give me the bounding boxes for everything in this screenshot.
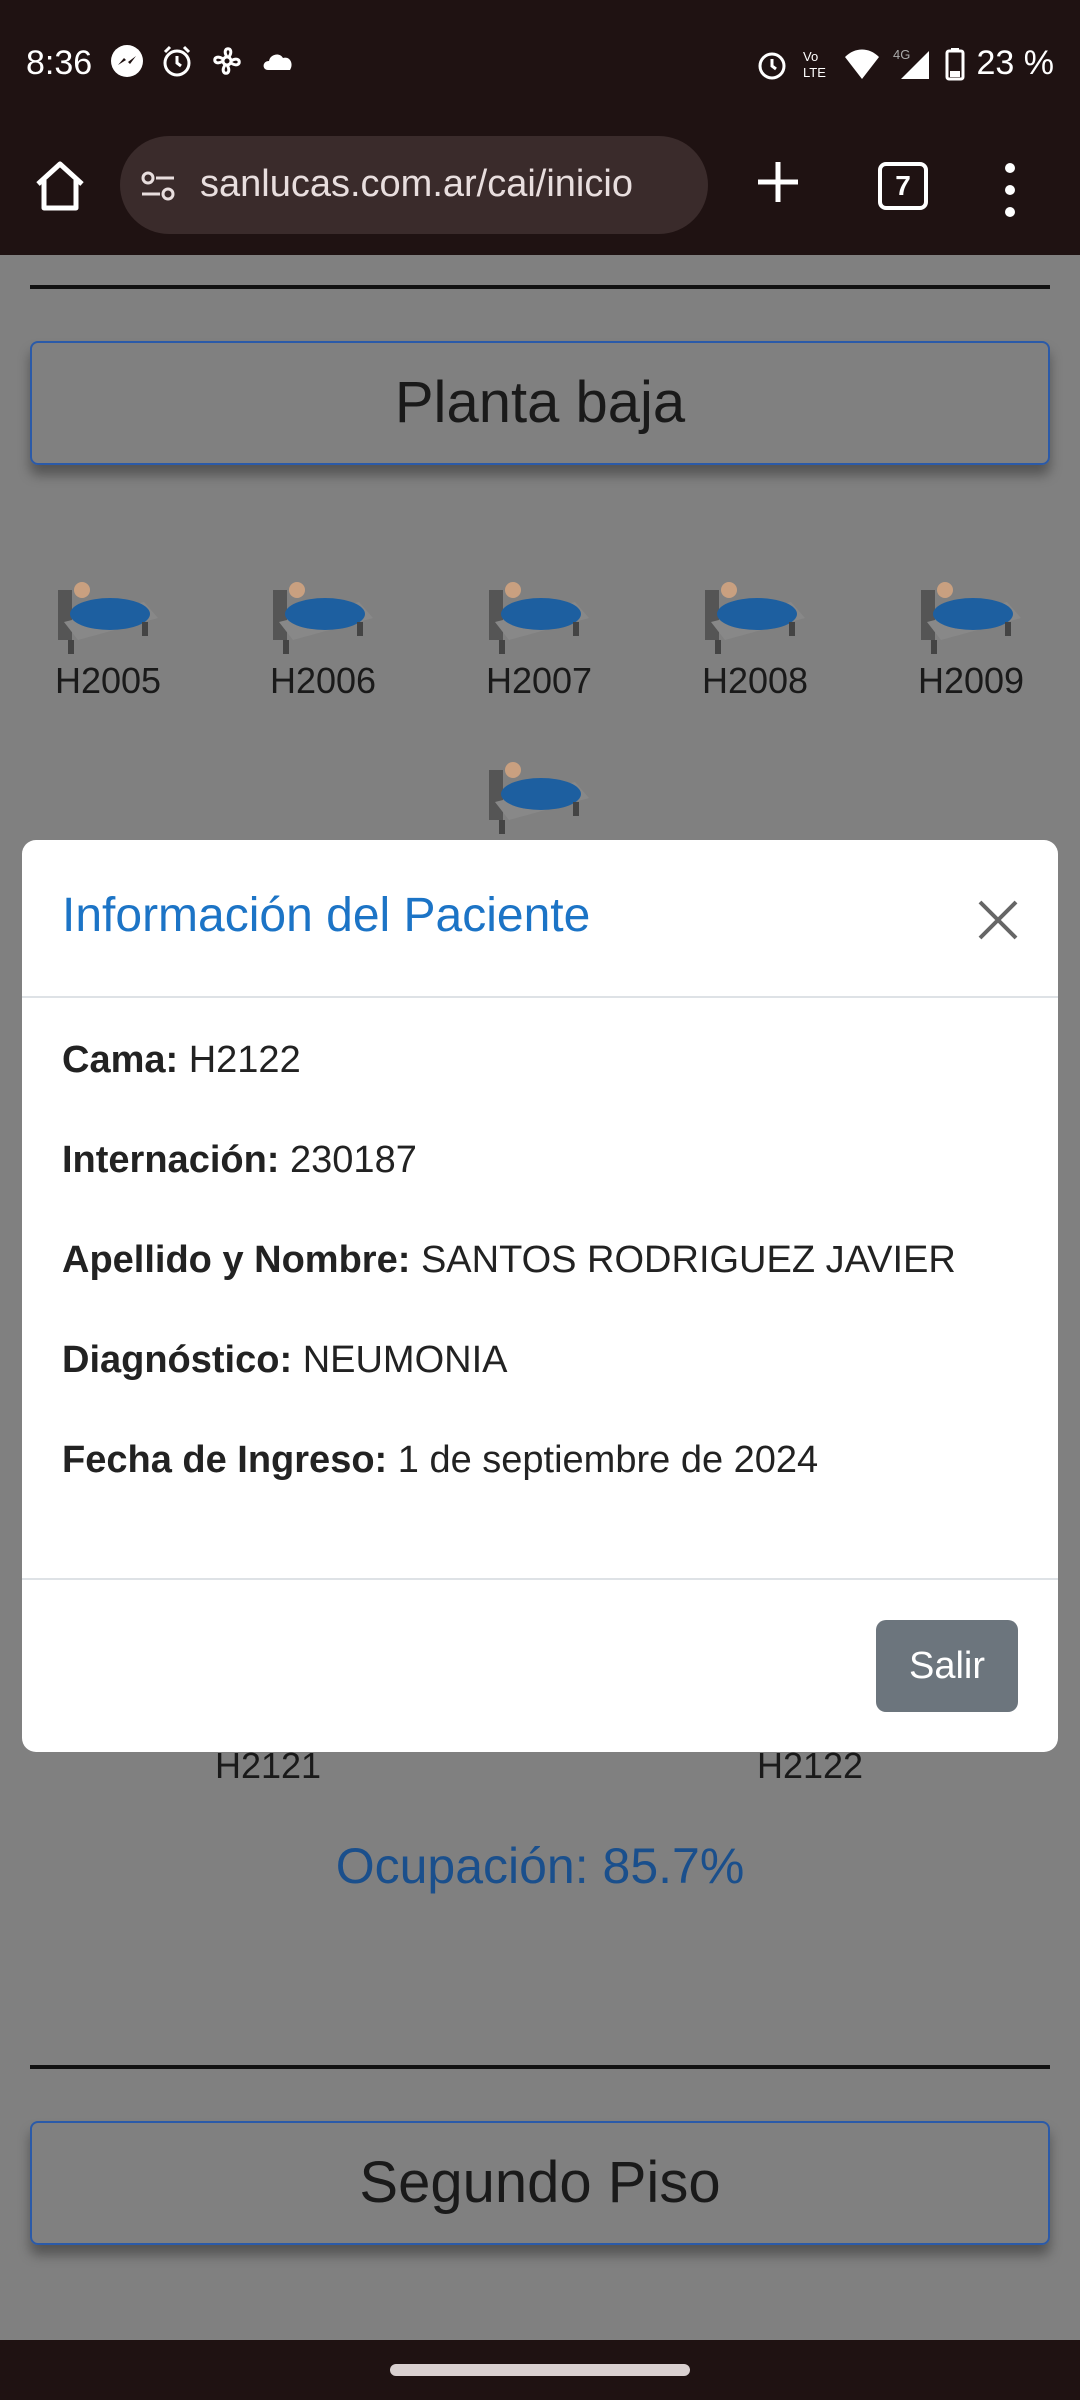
site-settings-icon[interactable] (138, 166, 178, 206)
field-label: Internación: (62, 1139, 280, 1181)
field-apellido-nombre: Apellido y Nombre: SANTOS RODRIGUEZ JAVI… (62, 1236, 1022, 1284)
alarm-icon (758, 52, 785, 79)
status-bar: 8:36 Vo LTE 4G 23 % (0, 0, 1080, 130)
field-value: H2122 (188, 1039, 301, 1081)
field-label: Diagnóstico: (62, 1339, 293, 1381)
field-value: 1 de septiembre de 2024 (397, 1439, 819, 1481)
battery-percentage: 23 % (976, 44, 1055, 82)
modal-footer: Salir (22, 1578, 1058, 1752)
status-icons-right: Vo LTE 4G 23 % (755, 44, 1055, 83)
new-tab-icon[interactable] (750, 154, 806, 210)
messenger-icon (111, 45, 143, 77)
bed-partial[interactable] (464, 740, 614, 840)
divider (30, 2065, 1050, 2069)
field-label: Apellido y Nombre: (62, 1239, 411, 1281)
url-bar[interactable]: sanlucas.com.ar/cai/inicio (120, 136, 708, 234)
cloud-icon (263, 54, 292, 70)
field-label: Fecha de Ingreso: (62, 1439, 388, 1481)
home-gesture-handle[interactable] (390, 2364, 690, 2376)
battery-icon (945, 47, 964, 80)
hospital-bed-icon (273, 582, 373, 654)
alarm-icon (163, 45, 191, 77)
hospital-bed-icon (705, 582, 805, 654)
bed-label: H2005 (54, 660, 162, 701)
modal-body: Cama: H2122 Internación: 230187 Apellido… (62, 1036, 1022, 1536)
field-value: NEUMONIA (302, 1339, 508, 1381)
patient-info-modal: Información del Paciente Cama: H2122 Int… (22, 840, 1058, 1752)
bed-h2007[interactable]: H2007 (464, 560, 614, 702)
status-icons-left (110, 44, 298, 78)
svg-text:Vo: Vo (803, 49, 818, 64)
system-nav-bar (0, 2340, 1080, 2400)
modal-header: Información del Paciente (22, 840, 1058, 998)
bed-label: H2007 (485, 660, 593, 701)
field-cama: Cama: H2122 (62, 1036, 1022, 1084)
fan-icon (213, 47, 241, 75)
bed-h2008[interactable]: H2008 (680, 560, 830, 702)
url-text[interactable]: sanlucas.com.ar/cai/inicio (200, 163, 633, 206)
field-value: SANTOS RODRIGUEZ JAVIER (420, 1239, 956, 1281)
occupancy-text: Ocupación: 85.7% (335, 1838, 745, 1894)
bed-label: H2009 (917, 660, 1025, 701)
bed-label: H2006 (269, 660, 377, 701)
floor-segundo-piso-button[interactable]: Segundo Piso (30, 2121, 1050, 2245)
hospital-bed-icon (489, 582, 589, 654)
status-time: 8:36 (26, 44, 93, 82)
home-icon[interactable] (30, 156, 90, 216)
hospital-bed-icon (58, 582, 158, 654)
bed-label: H2008 (701, 660, 809, 701)
4g-signal-icon: 4G (893, 47, 929, 79)
bed-h2009[interactable]: H2009 (896, 560, 1046, 702)
field-label: Cama: (62, 1039, 179, 1081)
bed-h2005[interactable]: H2005 (33, 560, 183, 702)
bed-h2006[interactable]: H2006 (248, 560, 398, 702)
field-value: 230187 (290, 1139, 417, 1181)
modal-title: Información del Paciente (62, 889, 591, 942)
svg-text:LTE: LTE (803, 65, 826, 80)
hospital-bed-icon (921, 582, 1021, 654)
more-menu-icon[interactable] (1000, 160, 1020, 220)
browser-toolbar: sanlucas.com.ar/cai/inicio 7 (0, 130, 1080, 255)
salir-button[interactable]: Salir (876, 1620, 1018, 1712)
wifi-icon (844, 49, 879, 79)
floor-planta-baja-button[interactable]: Planta baja (30, 341, 1050, 465)
field-internacion: Internación: 230187 (62, 1136, 1022, 1184)
field-fecha-ingreso: Fecha de Ingreso: 1 de septiembre de 202… (62, 1436, 1022, 1484)
close-icon[interactable] (974, 896, 1022, 944)
field-diagnostico: Diagnóstico: NEUMONIA (62, 1336, 1022, 1384)
tab-switcher-button[interactable]: 7 (878, 162, 928, 210)
svg-text:4G: 4G (893, 47, 910, 62)
hospital-bed-icon (489, 762, 589, 834)
divider (30, 285, 1050, 289)
volte-icon: VoLTE (803, 49, 826, 80)
